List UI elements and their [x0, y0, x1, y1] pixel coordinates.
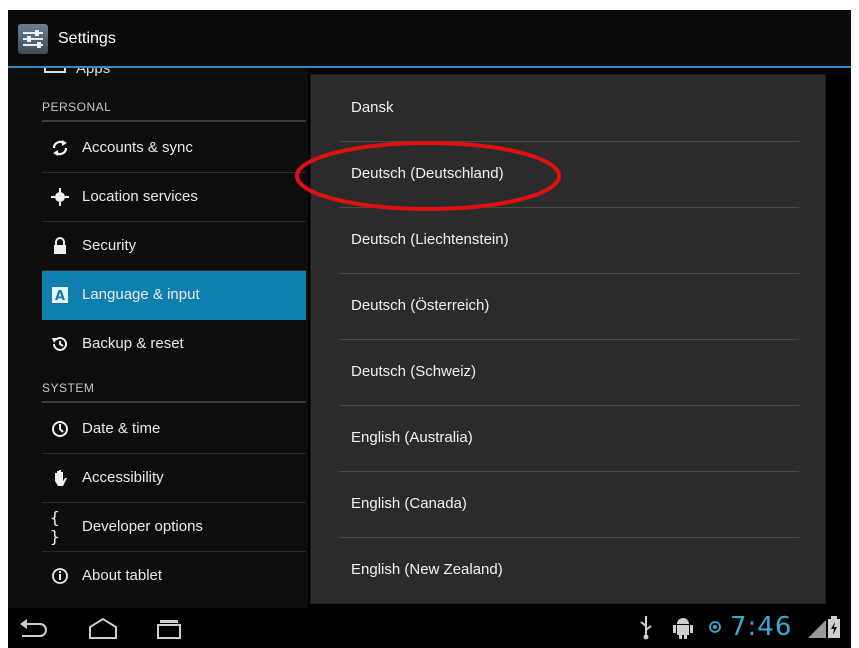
hand-icon	[50, 468, 70, 488]
sidebar-item-accessibility[interactable]: Accessibility	[42, 454, 306, 503]
svg-text:A: A	[55, 289, 65, 304]
section-header-system: SYSTEM	[42, 381, 95, 395]
sidebar-item-location-services[interactable]: Location services	[42, 173, 306, 222]
divider	[42, 120, 306, 122]
language-option-label: Deutsch (Liechtenstein)	[351, 231, 509, 248]
language-option-english-new-zealand[interactable]: English (New Zealand)	[339, 537, 799, 603]
language-option-label: Deutsch (Schweiz)	[351, 363, 477, 380]
back-button[interactable]	[18, 618, 50, 645]
clock-icon	[50, 419, 70, 439]
sidebar-item-backup-reset[interactable]: Backup & reset	[42, 320, 306, 368]
language-option-deutsch-liechtenstein[interactable]: Deutsch (Liechtenstein)	[339, 207, 799, 274]
sidebar-item-label: Accessibility	[82, 469, 164, 486]
lock-icon	[50, 236, 70, 256]
settings-sidebar: Apps PERSONAL Accounts & sync Location s…	[8, 68, 308, 608]
language-option-label: English (New Zealand)	[351, 561, 503, 578]
language-option-label: Deutsch (Österreich)	[351, 297, 490, 314]
language-option-english-canada[interactable]: English (Canada)	[339, 471, 799, 538]
info-icon	[50, 566, 70, 586]
sync-status-icon	[708, 620, 722, 639]
language-option-deutsch-osterreich[interactable]: Deutsch (Österreich)	[339, 273, 799, 340]
action-bar: Settings	[8, 10, 851, 68]
sidebar-item-label: Apps	[76, 68, 111, 77]
divider	[42, 401, 306, 403]
settings-icon[interactable]	[18, 24, 48, 54]
sidebar-item-label: Developer options	[82, 518, 203, 535]
sidebar-item-apps[interactable]: Apps	[44, 68, 110, 80]
sidebar-item-developer-options[interactable]: { } Developer options	[42, 503, 306, 552]
recent-apps-button[interactable]	[154, 618, 184, 645]
back-icon	[20, 619, 47, 637]
sidebar-item-accounts-sync[interactable]: Accounts & sync	[42, 124, 306, 173]
language-option-dansk[interactable]: Dansk	[339, 75, 799, 142]
backup-icon	[50, 334, 70, 354]
home-button[interactable]	[86, 616, 120, 645]
sidebar-item-date-time[interactable]: Date & time	[42, 405, 306, 454]
section-header-personal: PERSONAL	[42, 100, 112, 114]
sidebar-item-label: About tablet	[82, 567, 163, 584]
android-debug-icon	[672, 614, 694, 645]
sidebar-item-security[interactable]: Security	[42, 222, 306, 271]
keyboard-a-icon: A	[50, 285, 70, 305]
system-bar: 7:46	[8, 608, 851, 648]
sidebar-item-label: Security	[82, 237, 137, 254]
usb-icon	[638, 614, 654, 645]
signal-icon	[808, 618, 826, 643]
home-icon	[89, 617, 117, 639]
language-option-label: English (Australia)	[351, 429, 473, 446]
sidebar-item-label: Location services	[82, 188, 198, 205]
language-option-label: Dansk	[351, 99, 394, 116]
sync-icon	[50, 138, 70, 158]
location-icon	[50, 187, 70, 207]
sidebar-item-about-tablet[interactable]: About tablet	[42, 552, 306, 600]
language-option-english-australia[interactable]: English (Australia)	[339, 405, 799, 472]
page-title: Settings	[58, 30, 116, 47]
sidebar-item-label: Backup & reset	[82, 335, 184, 352]
recent-apps-icon	[157, 620, 181, 639]
highlight-ellipse	[295, 141, 561, 211]
sidebar-item-label: Date & time	[82, 420, 161, 437]
sidebar-item-label: Accounts & sync	[82, 139, 193, 156]
language-option-deutsch-schweiz[interactable]: Deutsch (Schweiz)	[339, 339, 799, 406]
apps-icon	[44, 68, 66, 74]
braces-icon: { }	[50, 508, 60, 546]
clock[interactable]: 7:46	[730, 612, 792, 642]
tablet-screen: Settings Apps PERSONAL Accounts & sync L…	[8, 10, 851, 648]
battery-icon	[828, 616, 840, 643]
language-option-label: English (Canada)	[351, 495, 467, 512]
sidebar-item-label: Language & input	[82, 286, 200, 303]
sidebar-item-language-input[interactable]: A Language & input	[42, 271, 306, 320]
